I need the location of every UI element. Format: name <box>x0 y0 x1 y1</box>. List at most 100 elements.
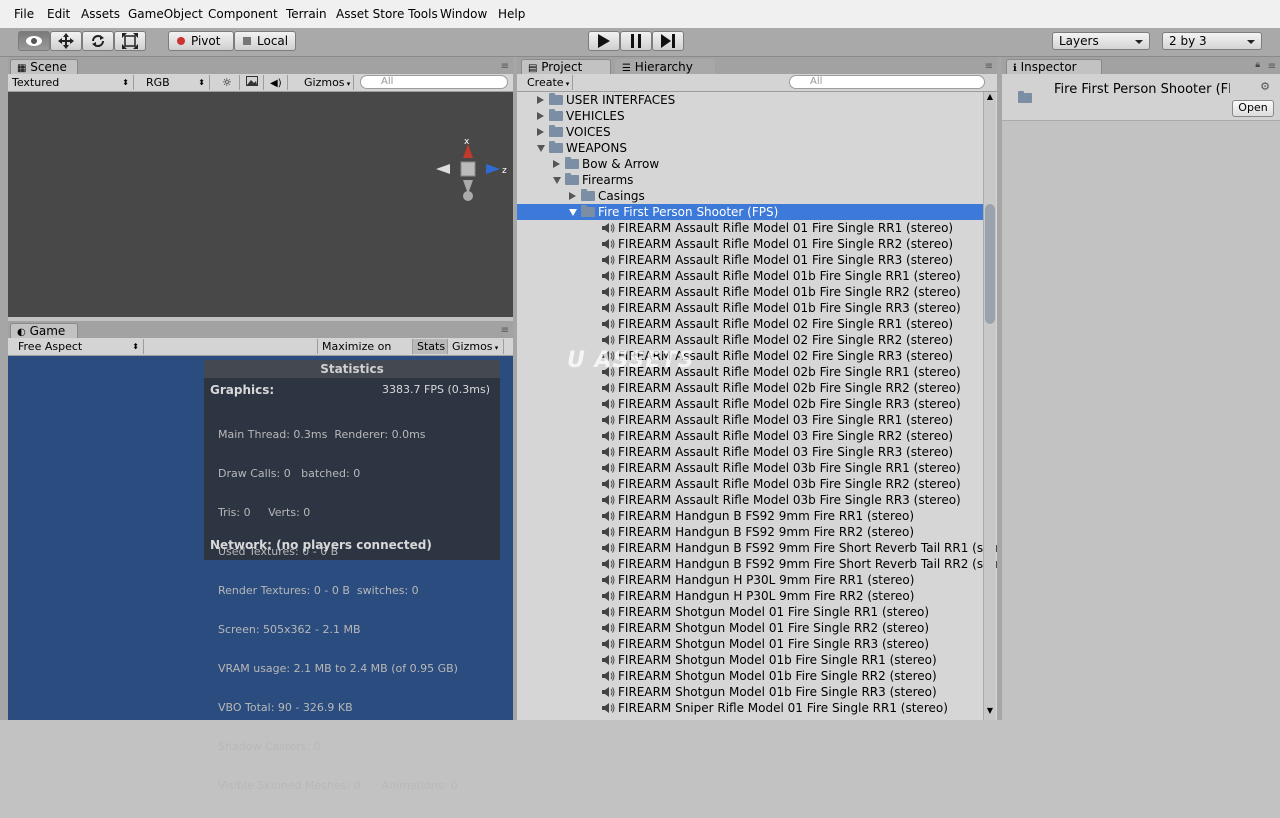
rotate-tool-button[interactable] <box>82 31 114 51</box>
game-gizmos-dropdown[interactable]: Gizmos ▾ <box>448 339 504 354</box>
tree-folder-row[interactable]: USER INTERFACES <box>517 92 987 108</box>
menu-window[interactable]: Window <box>440 7 487 21</box>
panel-divider[interactable] <box>513 57 517 720</box>
tree-asset-row[interactable]: FIREARM Assault Rifle Model 01 Fire Sing… <box>517 236 987 252</box>
pivot-toggle[interactable]: Pivot <box>168 31 234 51</box>
tree-asset-row[interactable]: FIREARM Assault Rifle Model 03 Fire Sing… <box>517 412 987 428</box>
layers-dropdown[interactable]: Layers <box>1052 32 1150 50</box>
tree-asset-row[interactable]: FIREARM Shotgun Model 01b Fire Single RR… <box>517 684 987 700</box>
lock-icon[interactable]: 🔒︎ <box>1255 60 1260 70</box>
project-scrollbar[interactable]: ▲ ▼ <box>983 92 996 720</box>
tab-scene[interactable]: ▦ Scene <box>10 59 78 75</box>
tree-asset-row[interactable]: FIREARM Assault Rifle Model 03 Fire Sing… <box>517 444 987 460</box>
scrollbar-thumb[interactable] <box>985 204 995 324</box>
panel-menu-icon[interactable]: ≡ <box>501 61 509 72</box>
step-button[interactable] <box>652 31 684 51</box>
menu-component[interactable]: Component <box>208 7 278 21</box>
tree-asset-row[interactable]: FIREARM Shotgun Model 01b Fire Single RR… <box>517 652 987 668</box>
tree-asset-row[interactable]: FIREARM Sniper Rifle Model 01 Fire Singl… <box>517 700 987 716</box>
game-viewport[interactable]: Statistics Graphics: 3383.7 FPS (0.3ms) … <box>8 356 513 792</box>
tree-asset-row[interactable]: FIREARM Assault Rifle Model 03 Fire Sing… <box>517 428 987 444</box>
tree-asset-row[interactable]: FIREARM Handgun B FS92 9mm Fire RR1 (ste… <box>517 508 987 524</box>
tree-asset-row[interactable]: FIREARM Shotgun Model 01 Fire Single RR1… <box>517 604 987 620</box>
expand-arrow-right-icon[interactable] <box>569 192 576 200</box>
tree-folder-row[interactable]: Bow & Arrow <box>517 156 987 172</box>
view-tool-button[interactable] <box>18 31 50 51</box>
tree-folder-row[interactable]: Casings <box>517 188 987 204</box>
menu-assets[interactable]: Assets <box>81 7 120 21</box>
menu-terrain[interactable]: Terrain <box>286 7 327 21</box>
tree-asset-row[interactable]: FIREARM Assault Rifle Model 01b Fire Sin… <box>517 300 987 316</box>
tab-hierarchy[interactable]: ☰ Hierarchy <box>615 59 715 75</box>
scene-search-input[interactable]: All <box>360 75 508 89</box>
tree-asset-row[interactable]: FIREARM Assault Rifle Model 01b Fire Sin… <box>517 284 987 300</box>
expand-arrow-down-icon[interactable] <box>553 177 561 184</box>
tree-asset-row[interactable]: FIREARM Shotgun Model 01b Fire Single RR… <box>517 668 987 684</box>
expand-arrow-down-icon[interactable] <box>569 209 577 216</box>
tree-folder-row[interactable]: VEHICLES <box>517 108 987 124</box>
create-dropdown[interactable]: Create ▾ <box>517 75 573 90</box>
scene-viewport[interactable]: x z <box>8 92 513 317</box>
pause-button[interactable] <box>620 31 652 51</box>
tree-asset-row[interactable]: FIREARM Assault Rifle Model 03b Fire Sin… <box>517 460 987 476</box>
channel-dropdown[interactable]: RGB ⬍ <box>142 75 210 90</box>
tab-inspector[interactable]: ℹ Inspector <box>1006 59 1102 75</box>
scroll-up-icon[interactable]: ▲ <box>984 92 996 101</box>
tree-folder-row[interactable]: VOICES <box>517 124 987 140</box>
tree-asset-row[interactable]: FIREARM Handgun H P30L 9mm Fire RR2 (ste… <box>517 588 987 604</box>
scene-gizmos-dropdown[interactable]: Gizmos ▾ <box>300 75 354 90</box>
menu-help[interactable]: Help <box>498 7 525 21</box>
tree-asset-row[interactable]: FIREARM Handgun B FS92 9mm Fire Short Re… <box>517 556 997 572</box>
aspect-dropdown[interactable]: Free Aspect ⬍ <box>8 339 144 354</box>
menu-asset-store-tools[interactable]: Asset Store Tools <box>336 7 438 21</box>
tree-folder-row[interactable]: Fire First Person Shooter (FPS) <box>517 204 983 220</box>
tree-folder-row[interactable]: WEAPONS <box>517 140 987 156</box>
tree-asset-row[interactable]: FIREARM Handgun B FS92 9mm Fire Short Re… <box>517 540 997 556</box>
expand-arrow-right-icon[interactable] <box>553 160 560 168</box>
tree-asset-row[interactable]: FIREARM Shotgun Model 01 Fire Single RR2… <box>517 620 987 636</box>
stats-toggle[interactable]: Stats <box>413 339 448 354</box>
expand-arrow-right-icon[interactable] <box>537 128 544 136</box>
expand-arrow-down-icon[interactable] <box>537 145 545 152</box>
tree-asset-row[interactable]: FIREARM Assault Rifle Model 01 Fire Sing… <box>517 252 987 268</box>
tree-asset-row[interactable]: FIREARM Assault Rifle Model 02b Fire Sin… <box>517 396 987 412</box>
settings-gear-icon[interactable]: ⚙ <box>1260 80 1270 93</box>
tree-asset-row[interactable]: FIREARM Shotgun Model 01 Fire Single RR3… <box>517 636 987 652</box>
audio-toggle[interactable]: ◀) <box>266 75 288 90</box>
scale-tool-button[interactable] <box>114 31 146 51</box>
scroll-down-icon[interactable]: ▼ <box>984 706 996 715</box>
play-button[interactable] <box>588 31 620 51</box>
tree-asset-row[interactable]: FIREARM Assault Rifle Model 03b Fire Sin… <box>517 476 987 492</box>
project-search-input[interactable]: All <box>789 75 985 89</box>
maximize-on-play-toggle[interactable]: Maximize on Play <box>317 339 413 368</box>
panel-menu-icon[interactable]: ≡ <box>985 61 993 72</box>
image-toggle[interactable] <box>242 75 264 90</box>
panel-menu-icon[interactable]: ≡ <box>501 325 509 336</box>
scene-orientation-gizmo-icon[interactable]: x z <box>428 136 508 206</box>
panel-menu-icon[interactable]: ≡ <box>1268 61 1276 72</box>
render-mode-dropdown[interactable]: Textured ⬍ <box>8 75 134 90</box>
menu-gameobject[interactable]: GameObject <box>128 7 203 21</box>
menu-file[interactable]: File <box>14 7 34 21</box>
local-toggle[interactable]: Local <box>234 31 296 51</box>
open-button[interactable]: Open <box>1232 100 1274 117</box>
tree-asset-row[interactable]: FIREARM Assault Rifle Model 01 Fire Sing… <box>517 220 987 236</box>
menu-edit[interactable]: Edit <box>47 7 70 21</box>
layout-dropdown[interactable]: 2 by 3 <box>1162 32 1262 50</box>
move-tool-button[interactable] <box>50 31 82 51</box>
tab-project[interactable]: ▤ Project <box>521 59 611 75</box>
tree-asset-row[interactable]: FIREARM Assault Rifle Model 02 Fire Sing… <box>517 332 987 348</box>
channel-value: RGB <box>146 76 170 89</box>
tree-asset-row[interactable]: FIREARM Assault Rifle Model 02 Fire Sing… <box>517 316 987 332</box>
tree-folder-row[interactable]: Firearms <box>517 172 987 188</box>
tree-asset-row[interactable]: FIREARM Assault Rifle Model 01b Fire Sin… <box>517 268 987 284</box>
tab-game[interactable]: ◐ Game <box>10 323 78 339</box>
expand-arrow-right-icon[interactable] <box>537 112 544 120</box>
tree-asset-row[interactable]: FIREARM Assault Rifle Model 02b Fire Sin… <box>517 380 987 396</box>
lighting-toggle[interactable]: ☼ <box>218 75 240 90</box>
expand-arrow-right-icon[interactable] <box>537 96 544 104</box>
tree-asset-row[interactable]: FIREARM Assault Rifle Model 03b Fire Sin… <box>517 492 987 508</box>
tree-asset-row[interactable]: FIREARM Handgun H P30L 9mm Fire RR1 (ste… <box>517 572 987 588</box>
panel-divider[interactable] <box>997 57 1002 720</box>
tree-asset-row[interactable]: FIREARM Handgun B FS92 9mm Fire RR2 (ste… <box>517 524 987 540</box>
